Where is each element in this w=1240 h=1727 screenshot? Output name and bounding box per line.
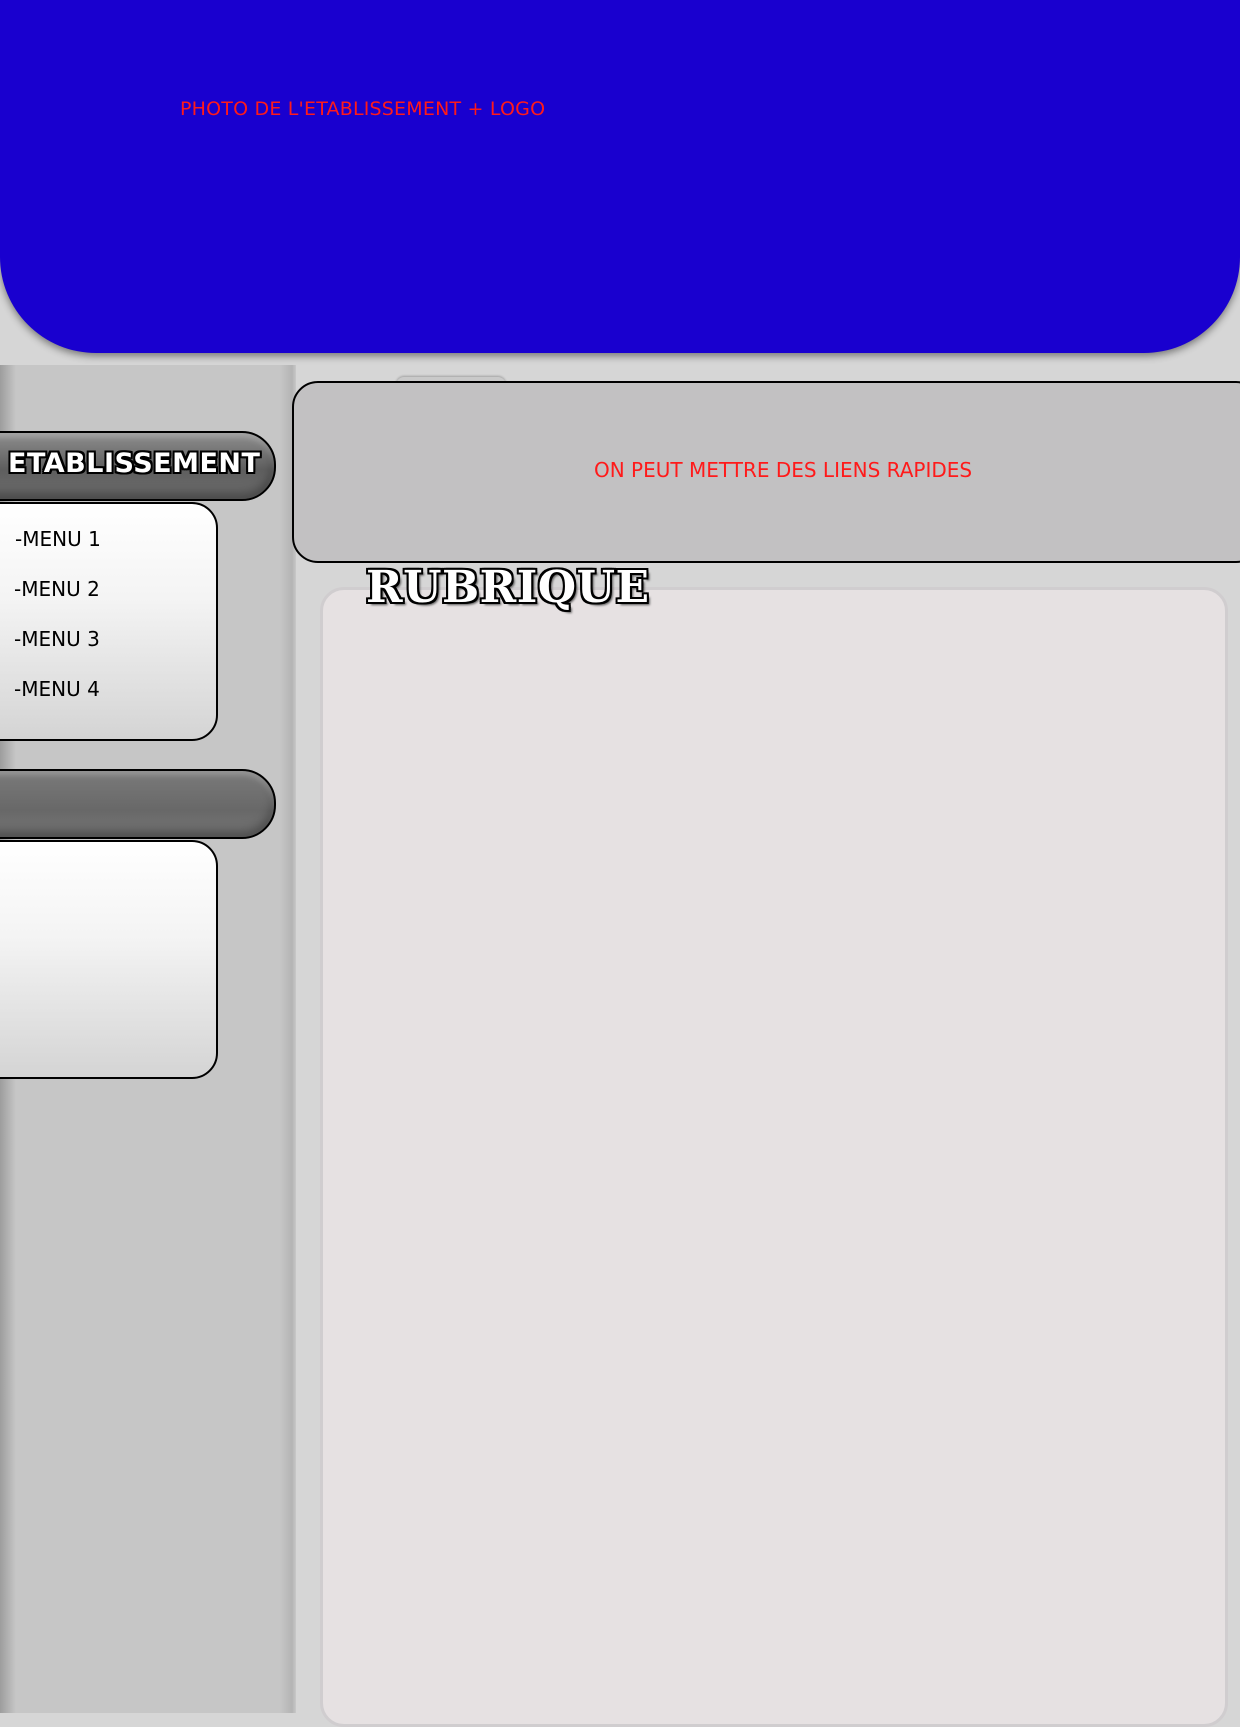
quick-links-placeholder-text: ON PEUT METTRE DES LIENS RAPIDES — [594, 458, 973, 482]
banner-placeholder-text: PHOTO DE L'ETABLISSEMENT + LOGO — [180, 98, 546, 120]
sidebar-item-menu-2[interactable]: -MENU 2 — [14, 577, 100, 601]
header-banner: PHOTO DE L'ETABLISSEMENT + LOGO — [0, 0, 1240, 353]
sidebar-item-menu-4[interactable]: -MENU 4 — [14, 677, 100, 701]
sidebar-second-section-header — [0, 769, 276, 839]
sidebar-second-box — [0, 840, 218, 1079]
sidebar-item-menu-3[interactable]: -MENU 3 — [14, 627, 100, 651]
content-panel — [320, 587, 1228, 1727]
sidebar-section-title: ETABLISSEMENT — [8, 448, 261, 479]
sidebar-item-menu-1[interactable]: -MENU 1 — [15, 527, 101, 551]
content-section-title: RUBRIQUE — [366, 562, 650, 613]
